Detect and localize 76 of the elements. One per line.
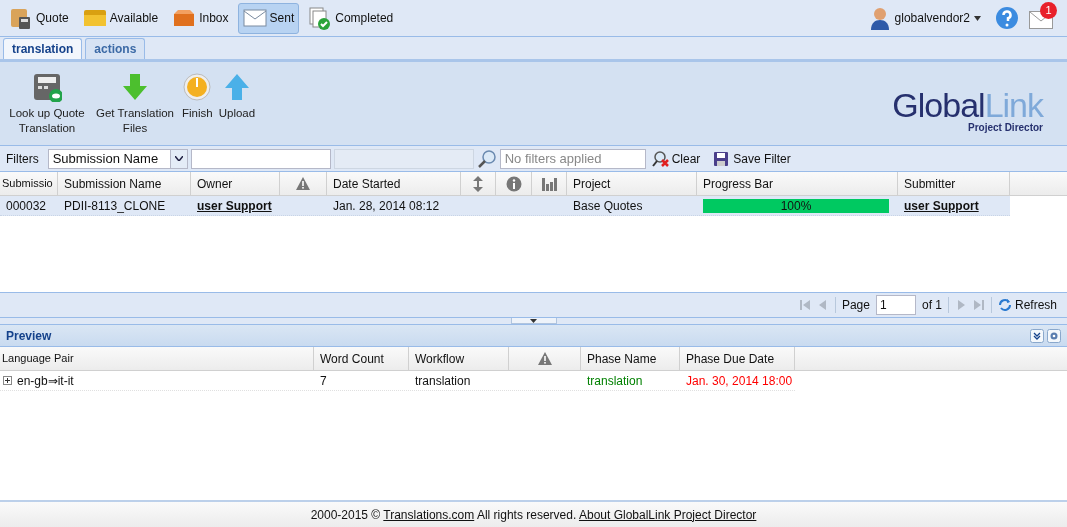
help-icon[interactable] — [995, 6, 1019, 30]
table-cell-text: Base Quotes — [573, 197, 643, 215]
footer-link[interactable]: About GlobalLink Project Director — [578, 507, 757, 522]
panel-title: Preview — [6, 327, 53, 345]
footer-text: 2000-2015 © Translations.com All rights reserved. About GlobalLink Project Director — [310, 506, 757, 524]
footer-link[interactable]: Translations.com — [383, 507, 475, 522]
column-header[interactable]: Owner — [191, 172, 280, 195]
warning-icon[interactable] — [295, 175, 311, 192]
save-filter-button[interactable]: Save Filter — [713, 149, 791, 168]
info-icon[interactable] — [505, 175, 522, 192]
nav-tab[interactable]: Available — [77, 2, 164, 34]
toolbar-button[interactable]: Finish — [180, 72, 215, 121]
column-header[interactable]: Phase Due Date — [680, 347, 795, 370]
column-header[interactable]: Project — [567, 172, 697, 195]
refresh-icon — [997, 298, 1012, 312]
user-icon — [868, 6, 891, 30]
toolbar-button[interactable]: Look up Quote Translation — [4, 72, 90, 136]
filter-input[interactable] — [190, 148, 331, 169]
logo-subtitle: Project Director — [967, 122, 1043, 133]
tab[interactable]: actions — [85, 38, 146, 59]
chevron-down-icon — [174, 156, 183, 161]
column-header[interactable]: Submissio — [0, 172, 58, 195]
column-header[interactable]: Submitter — [898, 172, 1010, 195]
filter-dropdown[interactable]: Submission Name — [47, 148, 188, 169]
tab[interactable]: translation — [3, 38, 83, 59]
column-header[interactable]: Word Count — [314, 347, 409, 370]
search-icon[interactable] — [476, 148, 497, 169]
table-cell-text: 000032 — [6, 197, 47, 215]
table-row[interactable]: 000032 PDII-8113_CLONE user Support Jan. 28, 2014 08:12 Base Quotes 100% user Support — [0, 196, 1010, 216]
column-header[interactable]: Progress Bar — [697, 172, 898, 195]
caret-icon — [974, 15, 981, 21]
page-field[interactable]: 1 — [875, 295, 916, 315]
bar-chart-icon[interactable] — [541, 175, 557, 192]
logo-text: GlobalLink — [892, 88, 1043, 122]
table-cell-text: translation — [587, 372, 643, 390]
toolbar-button[interactable]: Get Translation Files — [92, 72, 178, 136]
column-header[interactable]: Phase Name — [581, 347, 680, 370]
unread-badge: 1 — [1040, 2, 1057, 19]
table-cell-text: 7 — [320, 372, 327, 390]
column-header[interactable]: Workflow — [409, 347, 509, 370]
table-cell-text: PDII-8113_CLONE — [64, 197, 166, 215]
filter-status-field[interactable]: No filters applied — [499, 148, 646, 169]
calculator-icon — [32, 72, 62, 102]
table-cell-text: en-gb⇒it-it — [17, 372, 74, 390]
clock-icon — [182, 72, 213, 102]
nav-tab[interactable]: Quote — [4, 2, 74, 34]
collapse-icon[interactable] — [1030, 328, 1044, 343]
warning-icon[interactable] — [536, 350, 553, 367]
settings-icon[interactable] — [1047, 328, 1061, 343]
magnifier-x-icon — [651, 149, 670, 168]
splitter-handle[interactable] — [510, 318, 557, 324]
expand-node-icon[interactable] — [3, 376, 12, 385]
column-header[interactable]: Language Pair — [0, 347, 314, 370]
user-menu[interactable]: globalvendor2 — [868, 6, 981, 30]
user-link[interactable]: user Support — [904, 196, 979, 215]
column-header[interactable]: Date Started — [327, 172, 461, 195]
down-arrow-icon — [120, 72, 150, 102]
page-label: Page — [841, 297, 870, 314]
header-filler — [1010, 172, 1067, 195]
table-cell-text: Jan. 28, 2014 08:12 — [333, 197, 440, 215]
table-cell-text: translation — [415, 372, 471, 390]
nav-tab[interactable]: Sent — [237, 2, 300, 34]
box-calculator-icon — [9, 6, 33, 30]
documents-check-icon — [308, 6, 333, 30]
toolbar-button[interactable]: Upload — [216, 72, 258, 121]
table-cell-text: Jan. 30, 2014 18:00 — [686, 372, 793, 390]
column-header[interactable]: Submission Name — [58, 172, 191, 195]
clear-filter-button[interactable]: Clear — [651, 149, 701, 168]
page-total: of 1 — [921, 297, 942, 314]
progress-reading: 100% — [779, 198, 813, 213]
user-link[interactable]: user Support — [197, 196, 272, 215]
filter-label: Filters — [6, 150, 39, 168]
nav-tab[interactable]: Completed — [303, 2, 399, 34]
refresh-button[interactable]: Refresh — [997, 296, 1057, 314]
envelope-icon — [242, 6, 267, 30]
nav-tab[interactable]: Inbox — [167, 2, 234, 34]
